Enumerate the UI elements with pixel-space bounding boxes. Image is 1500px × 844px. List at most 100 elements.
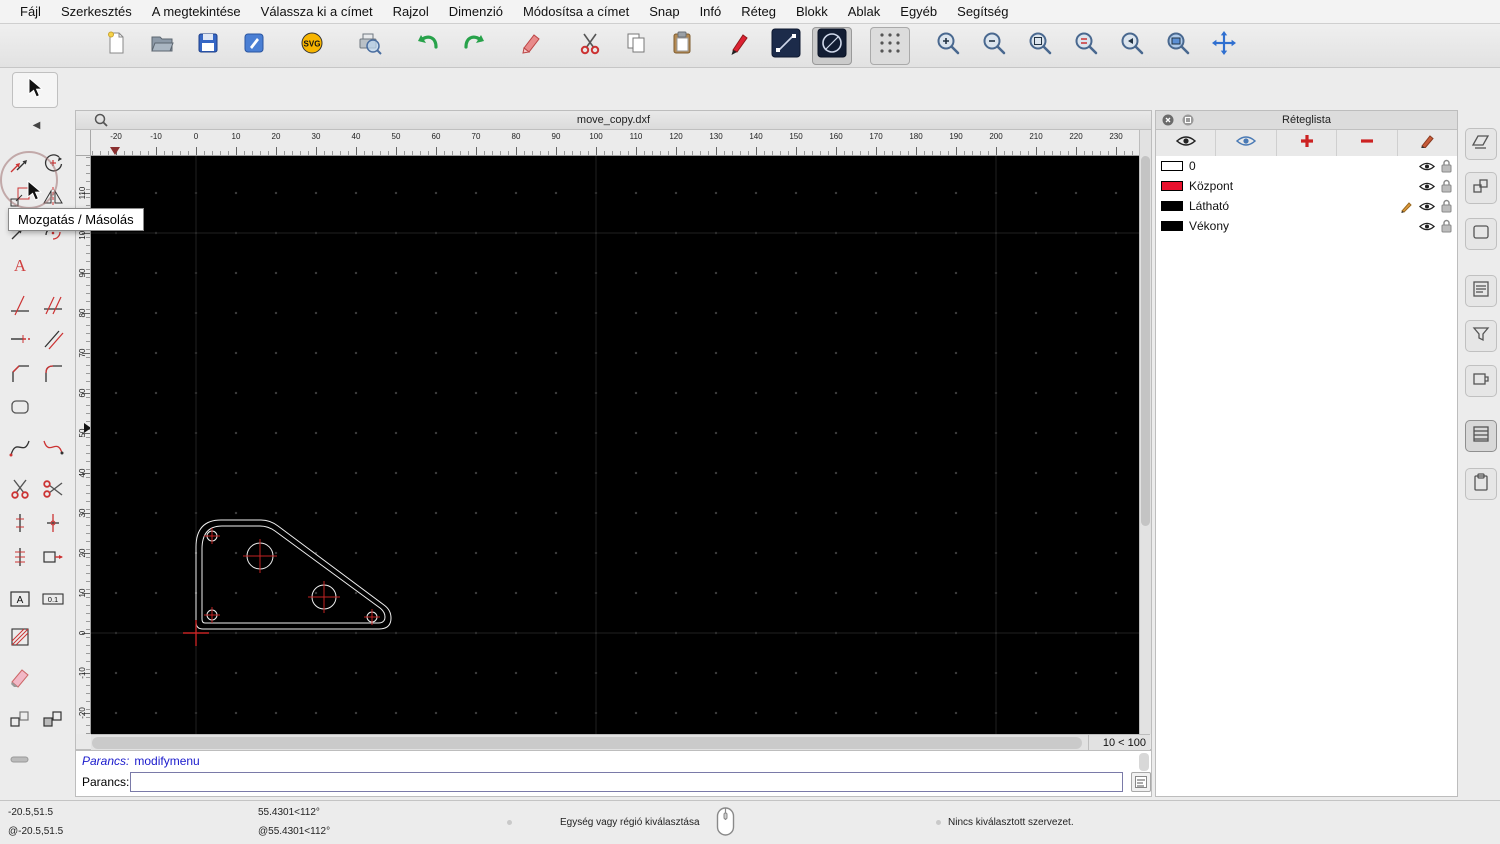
menu-dimension[interactable]: Dimenzió — [439, 4, 513, 19]
tool-text-edit[interactable]: A — [3, 584, 36, 618]
dock-view-panel[interactable] — [1465, 128, 1497, 160]
layer-row-3[interactable]: Vékony — [1156, 216, 1457, 236]
add-layer-button[interactable] — [1277, 130, 1337, 156]
menu-block[interactable]: Blokk — [786, 4, 838, 19]
tool-block-a[interactable] — [3, 704, 36, 738]
menu-extras[interactable]: Egyéb — [890, 4, 947, 19]
tool-attributes[interactable]: A — [3, 250, 36, 284]
layer-row-0[interactable]: 0 — [1156, 156, 1457, 176]
grid-toggle-button[interactable] — [870, 27, 910, 65]
layer-visibility-icon[interactable] — [1419, 161, 1435, 172]
menu-info[interactable]: Infó — [690, 4, 732, 19]
panel-float-button[interactable] — [1182, 114, 1194, 126]
paste-button[interactable] — [662, 27, 702, 65]
zoom-out-button[interactable] — [974, 27, 1014, 65]
vertical-scrollbar[interactable] — [1139, 130, 1151, 734]
layer-visibility-icon[interactable] — [1419, 201, 1435, 212]
print-preview-button[interactable] — [350, 27, 390, 65]
tool-polyline-a[interactable] — [3, 432, 36, 466]
panel-close-button[interactable] — [1162, 114, 1174, 126]
layer-visibility-icon[interactable] — [1419, 181, 1435, 192]
delete-selected-button[interactable] — [512, 27, 552, 65]
new-file-button[interactable] — [96, 27, 136, 65]
draw-pen-button[interactable] — [720, 27, 760, 65]
cut-button[interactable] — [570, 27, 610, 65]
tool-rotate[interactable] — [36, 148, 69, 182]
zoom-previous-button[interactable] — [1112, 27, 1152, 65]
command-options-button[interactable] — [1131, 772, 1151, 792]
zoom-auto-button[interactable] — [1020, 27, 1060, 65]
menu-view[interactable]: A megtekintése — [142, 4, 251, 19]
horizontal-scrollbar[interactable] — [91, 734, 1141, 751]
command-history-scrollbar[interactable] — [1139, 753, 1149, 771]
open-file-button[interactable] — [142, 27, 182, 65]
dock-layer-panel[interactable] — [1465, 420, 1497, 452]
command-history-prompt: Parancs: — [82, 754, 129, 768]
redo-button[interactable] — [454, 27, 494, 65]
tool-delete[interactable] — [3, 662, 36, 696]
layer-lock-icon[interactable] — [1441, 219, 1452, 233]
tool-trim[interactable] — [3, 290, 36, 324]
dock-entity-panel[interactable] — [1465, 218, 1497, 250]
zoom-window-button[interactable] — [1158, 27, 1198, 65]
tool-cut-a[interactable] — [3, 474, 36, 508]
menu-snap[interactable]: Snap — [639, 4, 689, 19]
tool-lengthen[interactable] — [3, 324, 36, 358]
menu-modify[interactable]: Módosítsa a címet — [513, 4, 639, 19]
tool-stretch[interactable] — [36, 542, 69, 576]
menu-window[interactable]: Ablak — [838, 4, 891, 19]
zoom-in-button[interactable] — [928, 27, 968, 65]
tool-offset[interactable] — [36, 324, 69, 358]
menu-help[interactable]: Segítség — [947, 4, 1018, 19]
menu-edit[interactable]: Szerkesztés — [51, 4, 142, 19]
copy-button[interactable] — [616, 27, 656, 65]
layer-lock-icon[interactable] — [1441, 179, 1452, 193]
circle-tool-button[interactable] — [812, 27, 852, 65]
tool-polyline-b[interactable] — [36, 432, 69, 466]
tool-hatch[interactable] — [3, 622, 36, 656]
tool-fillet[interactable] — [36, 358, 69, 392]
command-input[interactable] — [130, 772, 1123, 792]
toggle-all-layers-visibility-button[interactable] — [1156, 130, 1216, 156]
save-button[interactable] — [188, 27, 228, 65]
tool-cut-b[interactable] — [36, 474, 69, 508]
edit-layer-button[interactable] — [1398, 130, 1457, 156]
tool-move-copy[interactable] — [3, 148, 36, 182]
svg-export-button[interactable]: SVG — [292, 27, 332, 65]
layer-row-1[interactable]: Központ — [1156, 176, 1457, 196]
layer-lock-icon[interactable] — [1441, 199, 1452, 213]
horizontal-scrollbar-thumb[interactable] — [92, 737, 1082, 749]
tool-divide-c[interactable] — [3, 542, 36, 576]
tool-round[interactable] — [3, 392, 36, 426]
tool-measure[interactable]: 0.1 — [36, 584, 69, 618]
zoom-pan-button[interactable] — [1204, 27, 1244, 65]
drawing-canvas[interactable] — [91, 156, 1141, 734]
tool-divide-b[interactable] — [36, 508, 69, 542]
undo-button[interactable] — [408, 27, 448, 65]
edit-drawing-button[interactable] — [234, 27, 274, 65]
menu-layer[interactable]: Réteg — [731, 4, 786, 19]
line-tool-button[interactable] — [766, 27, 806, 65]
tool-bevel[interactable] — [3, 358, 36, 392]
menu-draw[interactable]: Rajzol — [383, 4, 439, 19]
layer-visibility-icon[interactable] — [1419, 221, 1435, 232]
dock-tag-panel[interactable] — [1465, 365, 1497, 397]
dock-filter-panel[interactable] — [1465, 320, 1497, 352]
tool-block-b[interactable] — [36, 704, 69, 738]
toggle-unused-layers-visibility-button[interactable] — [1216, 130, 1276, 156]
menu-file[interactable]: Fájl — [10, 4, 51, 19]
tool-divide-a[interactable] — [3, 508, 36, 542]
menu-select[interactable]: Válassza ki a címet — [251, 4, 383, 19]
layer-row-2[interactable]: Látható — [1156, 196, 1457, 216]
remove-layer-button[interactable] — [1337, 130, 1397, 156]
tool-trim-two[interactable] — [36, 290, 69, 324]
dock-clipboard-panel[interactable] — [1465, 468, 1497, 500]
selection-tool-button[interactable] — [12, 72, 58, 108]
layer-lock-icon[interactable] — [1441, 159, 1452, 173]
palette-collapse-arrow[interactable]: ◀ — [0, 120, 73, 131]
vertical-scrollbar-thumb[interactable] — [1141, 156, 1150, 526]
zoom-redraw-button[interactable] — [1066, 27, 1106, 65]
tool-resize-handle[interactable] — [3, 744, 36, 778]
dock-list-panel[interactable] — [1465, 275, 1497, 307]
dock-block-panel[interactable] — [1465, 172, 1497, 204]
